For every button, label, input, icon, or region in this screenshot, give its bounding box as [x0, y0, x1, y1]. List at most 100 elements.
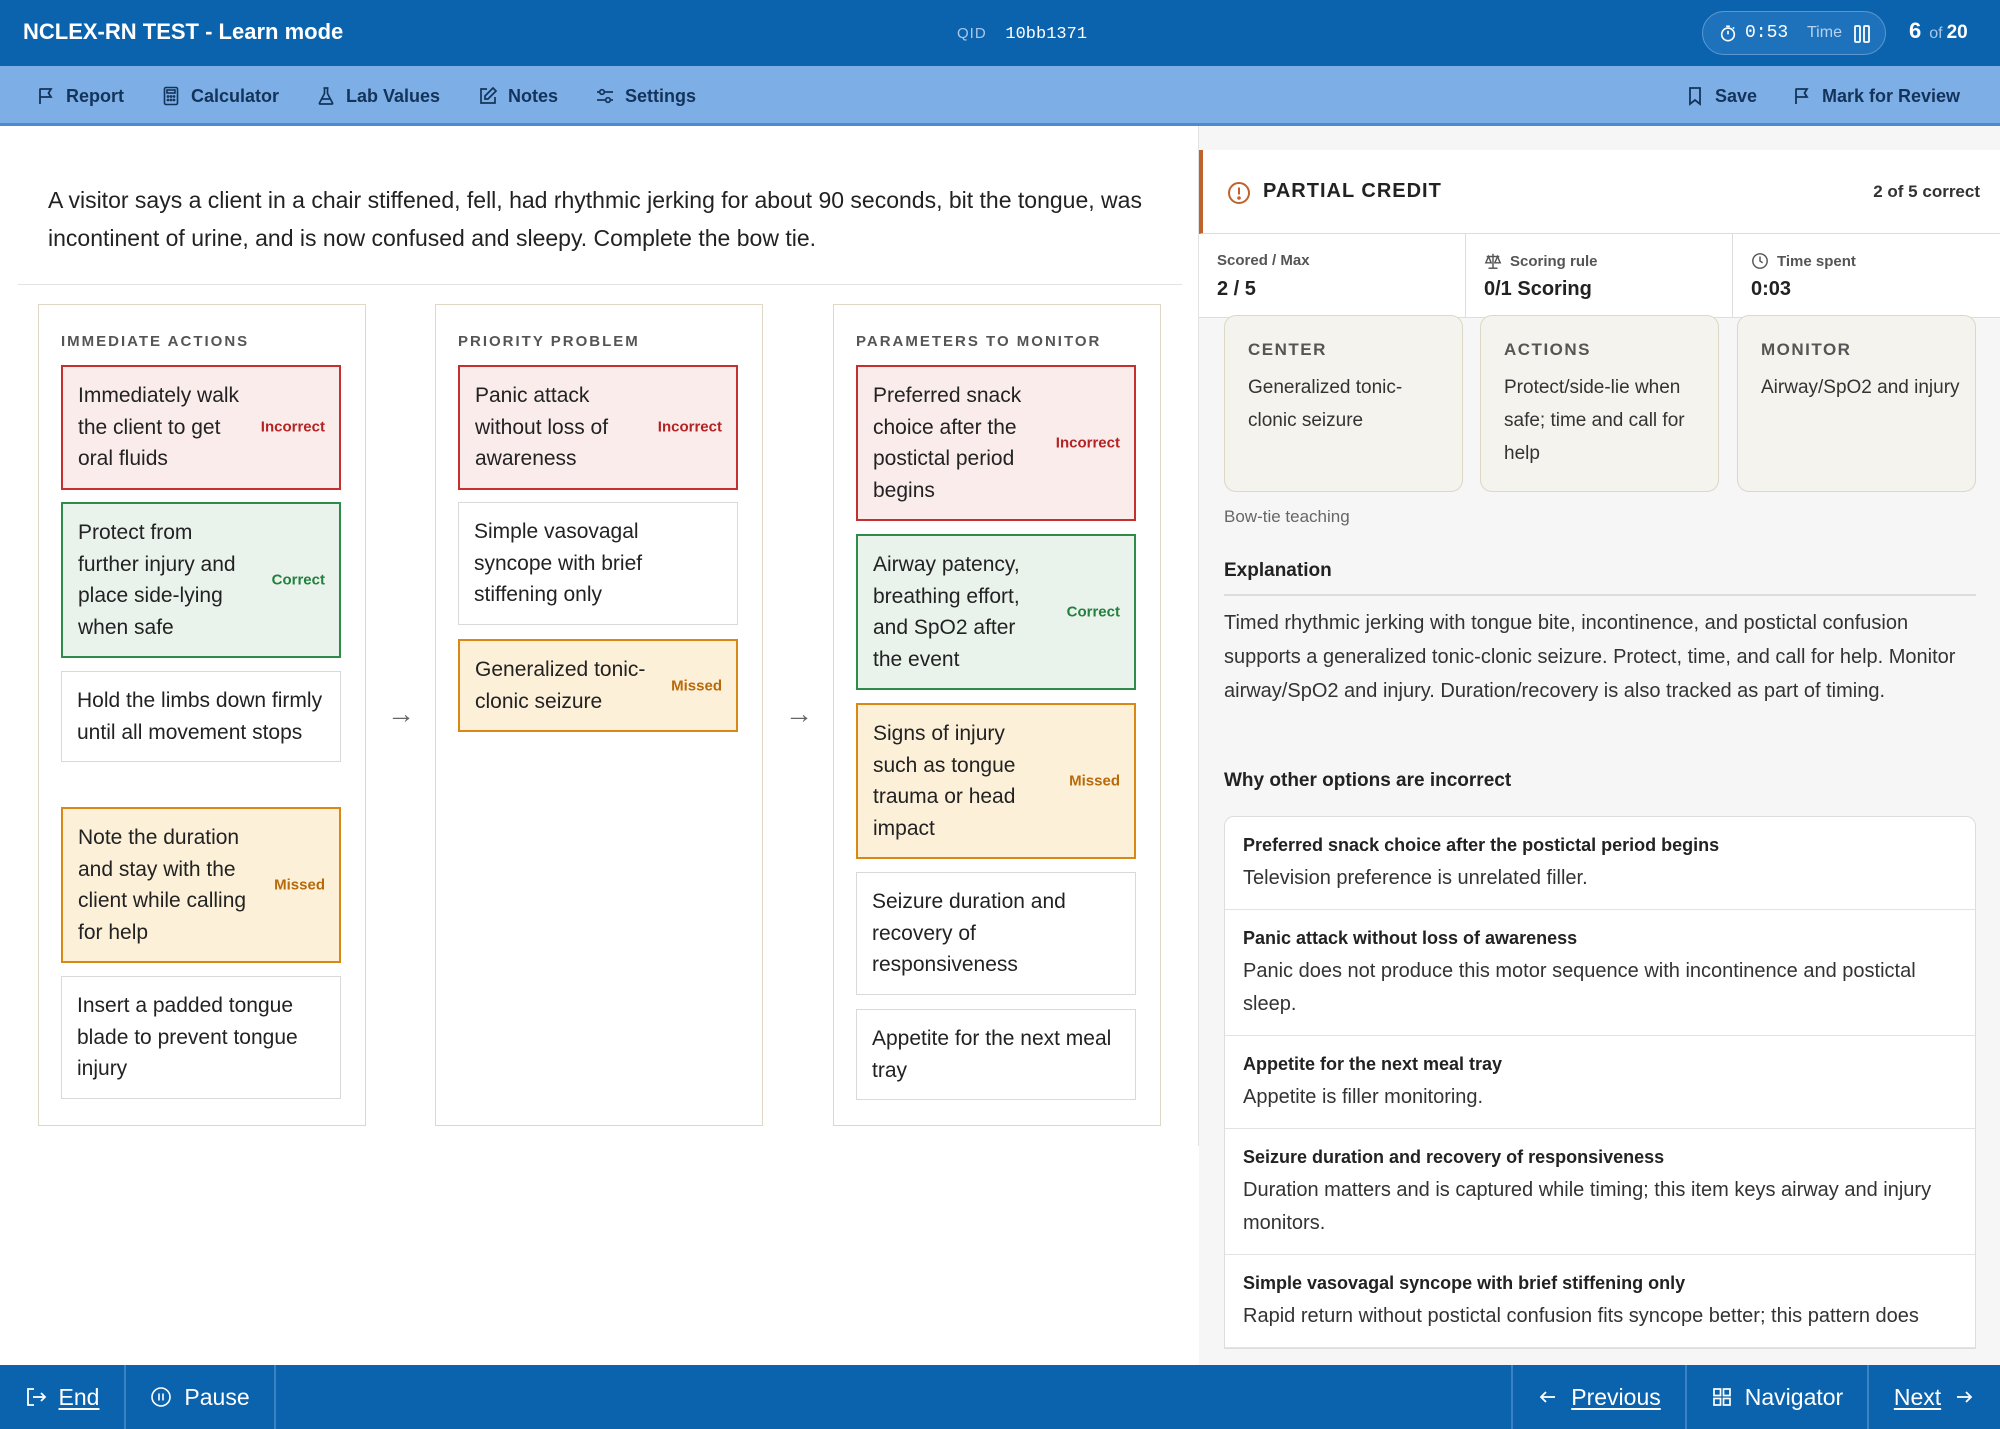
item-body: Television preference is unrelated fille… — [1243, 867, 1588, 889]
save-button[interactable]: Save — [1685, 66, 1757, 126]
column-heading: IMMEDIATE ACTIONS — [61, 333, 250, 350]
option-text: Airway patency, breathing effort, and Sp… — [873, 553, 1020, 671]
status-badge: Missed — [274, 876, 325, 894]
arrow-left-icon — [1539, 1391, 1556, 1403]
option-card[interactable]: Protect from further injury and place si… — [61, 502, 341, 658]
timer[interactable]: 0:53 Time — [1702, 11, 1886, 55]
option-card[interactable]: Simple vasovagal syncope with brief stif… — [458, 502, 738, 625]
stat-label: Time spent — [1751, 252, 1856, 270]
navigator-label: Navigator — [1744, 1383, 1844, 1410]
card-body: Airway/SpO2 and injury — [1761, 377, 1960, 398]
top-bar: NCLEX-RN TEST - Learn mode QID 10bb1371 … — [0, 0, 2000, 66]
option-card[interactable]: Panic attack without loss of awareness I… — [458, 365, 738, 490]
option-card[interactable]: Airway patency, breathing effort, and Sp… — [856, 534, 1136, 690]
scale-icon — [1484, 253, 1502, 269]
option-card[interactable]: Hold the limbs down firmly until all mov… — [61, 671, 341, 762]
end-button[interactable]: End — [0, 1365, 124, 1429]
item-body: Duration matters and is captured while t… — [1243, 1179, 1932, 1234]
option-text: Insert a padded tongue blade to prevent … — [77, 994, 298, 1080]
divider — [1224, 594, 1976, 596]
alert-circle-icon — [1228, 182, 1250, 204]
column-parameters-to-monitor: PARAMETERS TO MONITOR Preferred snack ch… — [833, 304, 1161, 1126]
calculator-button[interactable]: Calculator — [161, 66, 279, 126]
option-card[interactable]: Immediately walk the client to get oral … — [61, 365, 341, 490]
lab-values-button[interactable]: Lab Values — [316, 66, 440, 126]
question-of: of — [1929, 25, 1943, 42]
option-card[interactable]: Seizure duration and recovery of respons… — [856, 872, 1136, 995]
question-stem: A visitor says a client in a chair stiff… — [48, 187, 1142, 251]
pause-icon[interactable] — [1853, 24, 1871, 44]
status-badge: Incorrect — [657, 418, 722, 436]
option-card[interactable]: Preferred snack choice after the postict… — [856, 365, 1136, 521]
previous-label: Previous — [1571, 1383, 1661, 1410]
option-card[interactable]: Insert a padded tongue blade to prevent … — [61, 976, 341, 1099]
question-current: 6 — [1909, 18, 1922, 43]
qid-value: 10bb1371 — [1005, 25, 1088, 44]
explanation-title: Explanation — [1224, 560, 1332, 581]
question-total: 20 — [1946, 22, 1968, 43]
flag-icon — [39, 88, 53, 104]
credit-count: 2 of 5 correct — [1873, 182, 1980, 201]
column-priority-problem: PRIORITY PROBLEM Panic attack without lo… — [435, 304, 763, 1126]
flag-icon — [1795, 88, 1809, 104]
stopwatch-icon — [1720, 25, 1736, 42]
option-text: Panic attack without loss of awareness — [475, 384, 609, 470]
teaching-note: Bow-tie teaching — [1224, 507, 1350, 526]
end-label: End — [58, 1383, 100, 1410]
arrow: → — [387, 698, 415, 729]
status-badge: Incorrect — [260, 418, 325, 436]
status-badge: Correct — [271, 571, 325, 589]
why-incorrect-title: Why other options are incorrect — [1224, 770, 1512, 791]
item-title: Simple vasovagal syncope with brief stif… — [1243, 1273, 1686, 1293]
item-title: Preferred snack choice after the postict… — [1243, 835, 1720, 855]
report-label: Report — [66, 85, 124, 106]
qid-label: QID — [957, 25, 987, 42]
option-text: Preferred snack choice after the postict… — [873, 384, 1022, 502]
item-body: Rapid return without postictal confusion… — [1243, 1305, 1919, 1327]
card-body: Protect/side-lie when safe; time and cal… — [1504, 377, 1685, 464]
item-body: Panic does not produce this motor sequen… — [1243, 960, 1916, 1015]
lab-values-label: Lab Values — [346, 85, 441, 106]
option-text: Signs of injury such as tongue trauma or… — [873, 722, 1016, 840]
exit-icon — [26, 1388, 46, 1406]
timer-value: 0:53 — [1745, 23, 1789, 43]
calculator-icon — [163, 86, 179, 106]
option-card[interactable]: Signs of injury such as tongue trauma or… — [856, 703, 1136, 859]
item-title: Panic attack without loss of awareness — [1243, 928, 1578, 948]
list-item: Seizure duration and recovery of respons… — [1225, 1129, 1975, 1255]
list-item: Preferred snack choice after the postict… — [1225, 817, 1975, 910]
stat-label: Scored / Max — [1217, 252, 1310, 269]
navigator-button[interactable]: Navigator — [1687, 1365, 1867, 1429]
option-text: Note the duration and stay with the clie… — [78, 826, 247, 944]
option-text: Generalized tonic-clonic seizure — [475, 658, 646, 713]
item-title: Appetite for the next meal tray — [1243, 1054, 1503, 1074]
divider — [18, 284, 1182, 285]
report-button[interactable]: Report — [36, 66, 124, 126]
settings-button[interactable]: Settings — [595, 66, 696, 126]
pause-button[interactable]: Pause — [126, 1365, 274, 1429]
calculator-label: Calculator — [191, 85, 280, 106]
card-title: MONITOR — [1761, 340, 1852, 359]
credit-title: PARTIAL CREDIT — [1263, 180, 1442, 202]
notes-button[interactable]: Notes — [478, 66, 558, 126]
option-text: Simple vasovagal syncope with brief stif… — [474, 520, 643, 606]
stat-time-spent: Time spent 0:03 — [1733, 234, 2000, 318]
option-card[interactable]: Generalized tonic-clonic seizure Missed — [458, 639, 738, 732]
notes-label: Notes — [508, 85, 559, 106]
mark-for-review-button[interactable]: Mark for Review — [1792, 66, 1960, 126]
option-card[interactable]: Note the duration and stay with the clie… — [61, 807, 341, 963]
next-button[interactable]: Next — [1869, 1365, 2000, 1429]
score-stats: Scored / Max 2 / 5 Scoring rule 0/1 Scor… — [1199, 234, 2000, 318]
why-incorrect-list: Preferred snack choice after the postict… — [1224, 816, 1976, 1349]
option-card[interactable]: Appetite for the next meal tray — [856, 1009, 1136, 1100]
summary-card-center: CENTER Generalized tonic-clonic seizure — [1224, 315, 1463, 492]
status-badge: Missed — [1069, 772, 1120, 790]
stat-label: Scoring rule — [1484, 252, 1598, 270]
arrow-right-icon — [1957, 1391, 1973, 1403]
option-text: Seizure duration and recovery of respons… — [872, 890, 1066, 976]
stat-label-text: Scoring rule — [1510, 252, 1598, 270]
save-label: Save — [1715, 85, 1758, 106]
previous-button[interactable]: Previous — [1513, 1365, 1685, 1429]
question-id: QID 10bb1371 — [957, 23, 1087, 44]
list-item: Simple vasovagal syncope with brief stif… — [1225, 1255, 1975, 1348]
